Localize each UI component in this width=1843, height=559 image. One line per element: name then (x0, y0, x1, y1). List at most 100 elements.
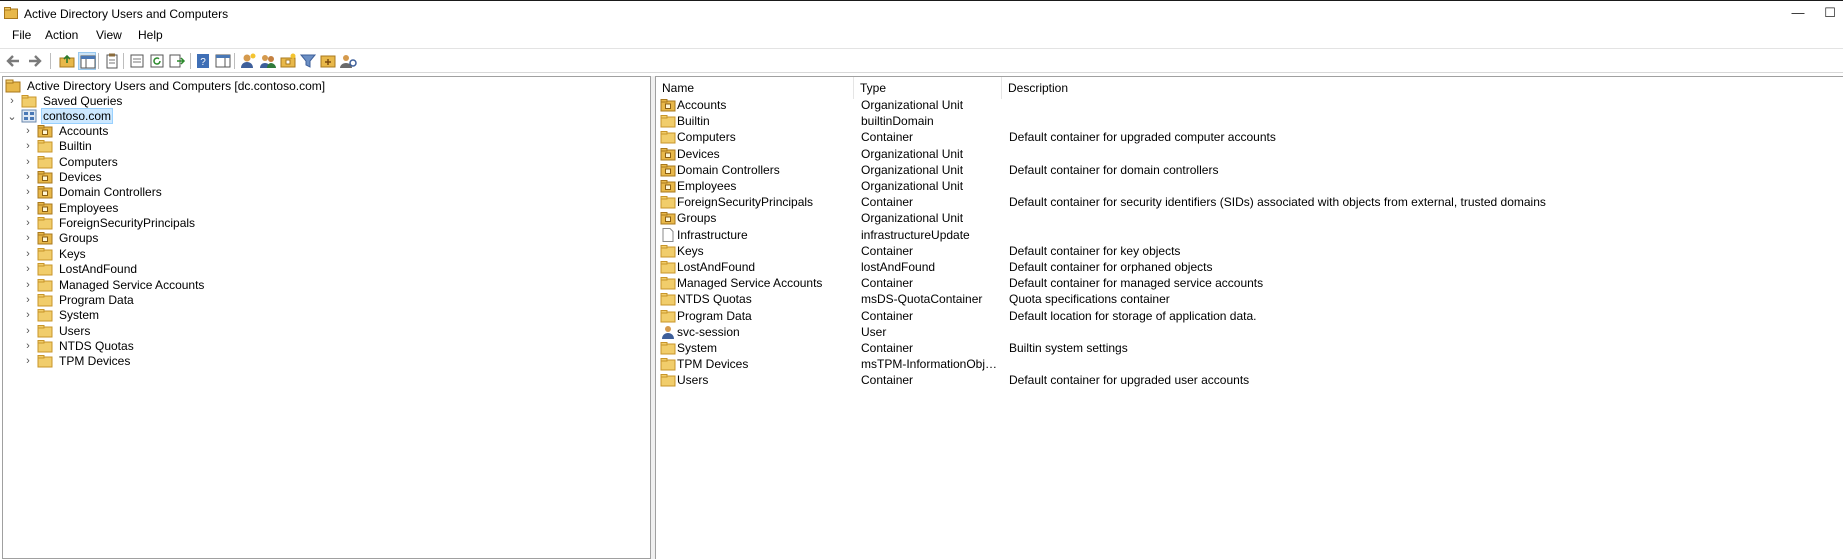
chevron-right-icon[interactable]: › (21, 262, 35, 276)
minimize-button[interactable]: — (1775, 1, 1821, 27)
menu-file[interactable]: File (10, 28, 33, 42)
cell-description: Default container for key objects (1009, 243, 1181, 258)
chevron-right-icon[interactable]: › (21, 354, 35, 368)
snapin-icon (5, 79, 21, 93)
chevron-right-icon[interactable]: › (21, 185, 35, 199)
show-action-pane-icon[interactable] (214, 52, 232, 70)
chevron-right-icon[interactable]: › (21, 293, 35, 307)
create-user-icon[interactable] (239, 52, 257, 70)
refresh-icon[interactable] (148, 52, 166, 70)
ou-folder-icon (660, 163, 676, 177)
show-console-tree-icon[interactable] (78, 52, 96, 70)
list-row[interactable]: Users Container Default container for upgr… (656, 371, 1843, 390)
folder-icon (660, 373, 676, 387)
chevron-right-icon[interactable]: › (21, 339, 35, 353)
cell-type: Organizational Unit (861, 162, 964, 177)
help-icon[interactable]: ? (194, 52, 212, 70)
window-title: Active Directory Users and Computers (24, 7, 229, 21)
menu-view[interactable]: View (94, 28, 124, 42)
domain-icon (21, 109, 37, 123)
ou-folder-icon (660, 98, 676, 112)
cell-type: builtinDomain (861, 114, 934, 129)
cell-name: Groups (677, 211, 717, 226)
filter-icon[interactable] (299, 52, 317, 70)
cell-name: Infrastructure (677, 227, 748, 242)
folder-icon (37, 262, 53, 276)
tree-item[interactable]: › TPM Devices (21, 352, 132, 370)
folder-icon (660, 195, 676, 209)
chevron-right-icon[interactable]: › (21, 278, 35, 292)
export-list-icon[interactable] (128, 52, 146, 70)
chevron-right-icon[interactable]: › (21, 247, 35, 261)
create-group-icon[interactable] (259, 52, 277, 70)
add-to-group-icon[interactable] (319, 52, 337, 70)
user-icon (660, 325, 676, 339)
folder-icon (37, 216, 53, 230)
cell-type: Organizational Unit (861, 179, 964, 193)
ou-folder-icon (37, 185, 53, 199)
chevron-right-icon[interactable]: › (21, 324, 35, 338)
cell-description: Default container for upgraded user acco… (1009, 373, 1250, 388)
cell-name: Users (677, 373, 709, 388)
cell-name: Computers (677, 130, 736, 145)
chevron-right-icon[interactable]: › (21, 124, 35, 138)
cell-name: Accounts (677, 98, 727, 112)
cell-name: svc-session (677, 324, 740, 339)
properties-icon[interactable] (103, 52, 121, 70)
ou-folder-icon (37, 170, 53, 184)
cell-name: Devices (677, 146, 720, 161)
builtin-folder-icon (660, 114, 676, 128)
chevron-right-icon[interactable]: › (21, 155, 35, 169)
cell-description: Quota specifications container (1009, 292, 1170, 307)
delegate-control-icon[interactable] (339, 52, 357, 70)
cell-type: User (861, 324, 887, 339)
console-tree-pane: Active Directory Users and Computers [dc… (2, 76, 651, 559)
menu-bar: File Action View Help (0, 26, 1843, 46)
menu-help[interactable]: Help (136, 28, 165, 42)
cell-description: Default container for managed service ac… (1009, 276, 1264, 291)
cell-type: Container (861, 341, 914, 355)
folder-icon (37, 308, 53, 322)
up-folder-icon[interactable] (58, 52, 76, 70)
cell-description: Builtin system settings (1009, 341, 1128, 355)
toolbar-separator (50, 53, 51, 69)
chevron-right-icon[interactable]: › (5, 94, 19, 108)
folder-icon (37, 354, 53, 368)
cell-type: Organizational Unit (861, 98, 964, 112)
cell-type: Organizational Unit (861, 211, 964, 226)
cell-description: Default container for upgraded computer … (1009, 130, 1276, 145)
cell-type: lostAndFound (861, 260, 936, 274)
folder-icon (37, 155, 53, 169)
svg-text:?: ? (200, 57, 206, 68)
chevron-right-icon[interactable]: › (21, 170, 35, 184)
folder-icon (660, 357, 676, 371)
chevron-right-icon[interactable]: › (21, 231, 35, 245)
cell-type: Container (861, 130, 914, 145)
chevron-right-icon[interactable]: › (21, 308, 35, 322)
ou-folder-icon (660, 179, 676, 193)
create-ou-icon[interactable] (279, 52, 297, 70)
ou-folder-icon (660, 211, 676, 225)
chevron-down-icon[interactable]: ⌄ (5, 109, 19, 123)
back-arrow-icon[interactable] (4, 52, 22, 70)
chevron-right-icon[interactable]: › (21, 216, 35, 230)
tree-item-label: TPM Devices (59, 354, 131, 369)
forward-arrow-icon[interactable] (26, 52, 44, 70)
folder-icon (660, 276, 676, 290)
toolbar-separator (123, 53, 124, 69)
toolbar: ? (0, 48, 1843, 73)
export-icon[interactable] (168, 52, 186, 70)
cell-type: msTPM-InformationObjects... (861, 357, 1001, 372)
folder-icon (37, 339, 53, 353)
ou-folder-icon (37, 231, 53, 245)
cell-name: Managed Service Accounts (677, 276, 823, 291)
chevron-right-icon[interactable]: › (21, 139, 35, 153)
chevron-right-icon[interactable]: › (21, 201, 35, 215)
folder-icon (37, 139, 53, 153)
maximize-button[interactable]: ☐ (1817, 1, 1843, 27)
menu-action[interactable]: Action (43, 28, 80, 42)
ou-folder-icon (37, 124, 53, 138)
toolbar-separator (190, 53, 191, 69)
ou-folder-icon (37, 201, 53, 215)
cell-description: Default location for storage of applicat… (1009, 308, 1257, 323)
